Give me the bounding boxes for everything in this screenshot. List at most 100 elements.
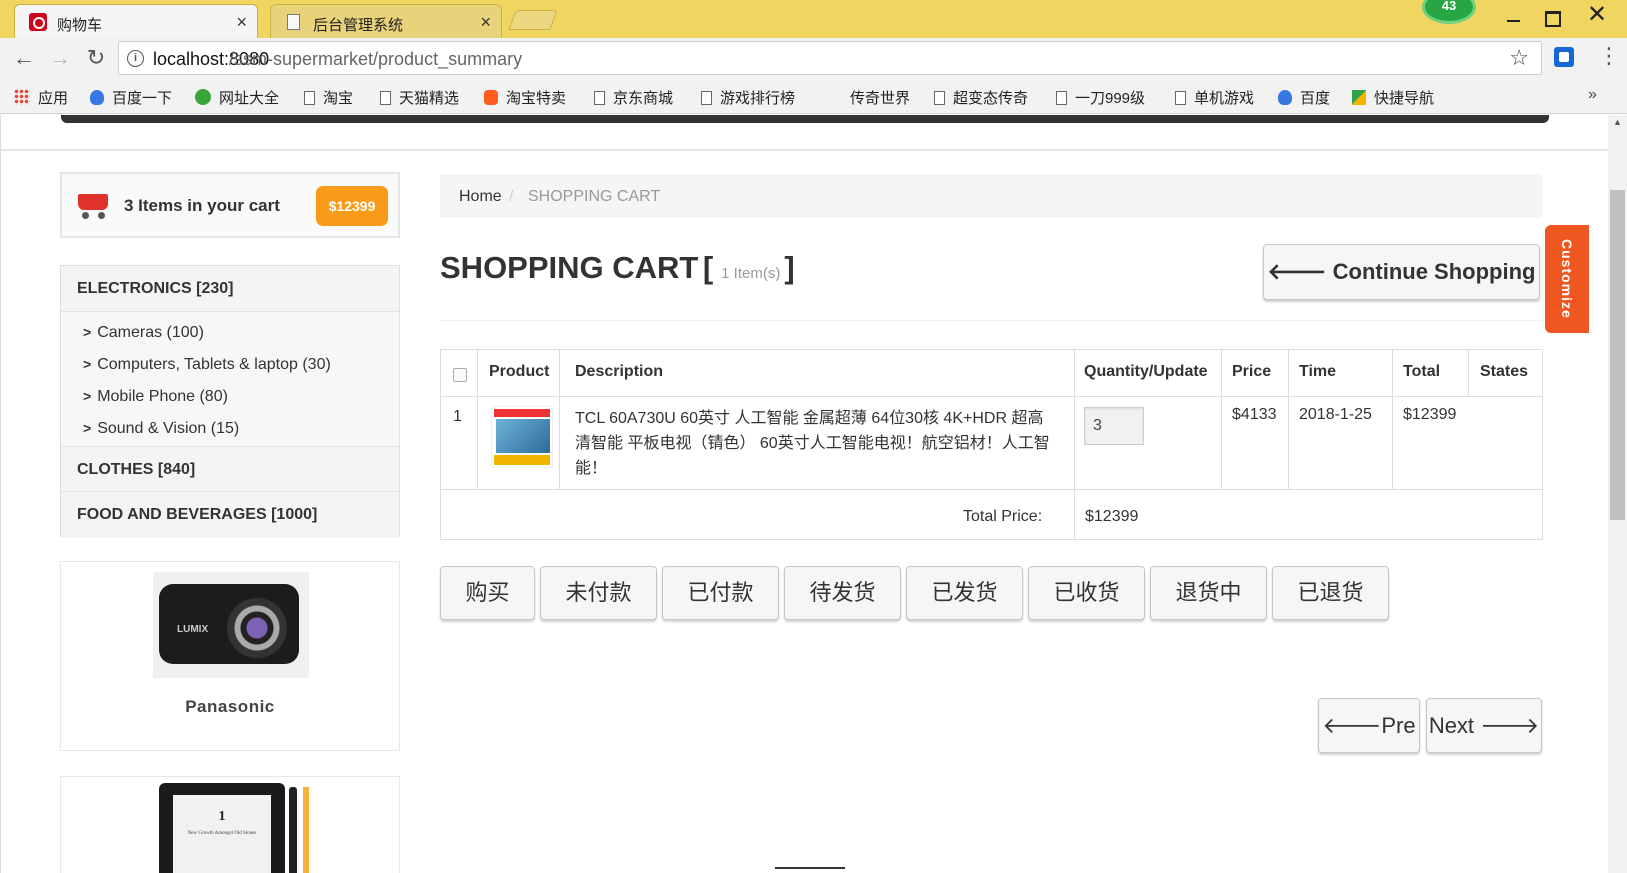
subcategory-item[interactable]: > Sound & Vision (15) xyxy=(83,420,239,438)
bookmark-label: 快捷导航 xyxy=(1374,90,1435,107)
taobao-icon xyxy=(484,90,498,105)
menu-dots-icon[interactable]: ⋮ xyxy=(1598,44,1620,68)
arrow-right-icon: 🡒 xyxy=(1480,713,1540,738)
profile-badge[interactable]: 43 xyxy=(1422,0,1476,24)
bookmark-item[interactable]: 快捷导航 xyxy=(1352,87,1434,108)
bookmark-label: 应用 xyxy=(38,90,69,107)
bookmark-item[interactable]: 应用 xyxy=(14,87,68,108)
next-page-button[interactable]: Next 🡒 xyxy=(1426,698,1542,753)
cart-table: Product Description Quantity/Update Pric… xyxy=(440,349,1543,540)
tab-close-icon[interactable]: × xyxy=(236,12,247,33)
scrollbar-thumb[interactable] xyxy=(1610,190,1625,520)
bookmark-item[interactable]: 一刀999级 xyxy=(1056,87,1145,108)
bookmark-item[interactable]: 超变态传奇 xyxy=(934,87,1028,108)
browser-toolbar: ← → ↻ i localhost:8080 /ssm-supermarket/… xyxy=(0,38,1627,78)
cart-items-text: 3 Items in your cart xyxy=(124,196,280,215)
category-food[interactable]: FOOD AND BEVERAGES [1000] xyxy=(61,492,399,538)
maximize-icon[interactable] xyxy=(1538,4,1564,30)
arrow-left-icon: 🡐 xyxy=(1322,713,1382,738)
product-card[interactable]: 1 New Growth Amongst Old Stones xyxy=(60,776,400,873)
pre-label: Pre xyxy=(1381,713,1416,738)
category-clothes[interactable]: CLOTHES [840] xyxy=(61,446,399,492)
bookmark-item[interactable]: 传奇世界 xyxy=(850,87,910,108)
page-icon xyxy=(934,91,945,105)
table-rule xyxy=(1392,350,1393,489)
forward-arrow-icon[interactable]: → xyxy=(48,46,72,70)
address-bar[interactable]: i localhost:8080 /ssm-supermarket/produc… xyxy=(118,41,1542,75)
pre-page-button[interactable]: 🡐Pre xyxy=(1318,698,1420,753)
product-image[interactable]: 1 New Growth Amongst Old Stones xyxy=(153,783,311,873)
status-button-returned[interactable]: 已退货 xyxy=(1272,566,1389,620)
bookmark-star-icon[interactable]: ☆ xyxy=(1509,45,1529,71)
tab-title: 购物车 xyxy=(57,17,103,34)
bookmark-item[interactable]: 网址大全 xyxy=(195,87,279,108)
product-thumbnail[interactable] xyxy=(491,406,553,468)
tab-close-icon[interactable]: × xyxy=(480,12,491,33)
category-menu: ELECTRONICS [230] > Cameras (100) > Comput… xyxy=(60,265,400,538)
table-rule xyxy=(1074,350,1075,539)
title-bracket-open: [ xyxy=(702,250,714,285)
col-header-quantity: Quantity/Update xyxy=(1084,363,1208,380)
customize-tab[interactable]: Customize xyxy=(1545,225,1589,333)
breadcrumb-separator: / xyxy=(509,188,514,205)
total-price-label: Total Price: xyxy=(963,508,1043,525)
product-name[interactable]: Panasonic xyxy=(61,697,399,717)
status-button-unpaid[interactable]: 未付款 xyxy=(540,566,657,620)
minimize-icon[interactable] xyxy=(1500,4,1526,30)
subcategory-item[interactable]: > Cameras (100) xyxy=(83,324,204,342)
status-button-received[interactable]: 已收货 xyxy=(1028,566,1145,620)
tab-shopping-cart[interactable]: 购物车 × xyxy=(14,4,258,38)
status-button-buy[interactable]: 购买 xyxy=(440,566,535,620)
page-icon xyxy=(701,91,712,105)
status-button-to-ship[interactable]: 待发货 xyxy=(784,566,901,620)
status-button-returning[interactable]: 退货中 xyxy=(1150,566,1267,620)
window-close-icon[interactable]: ✕ xyxy=(1582,2,1612,30)
table-rule xyxy=(441,396,1542,397)
col-header-product: Product xyxy=(489,363,550,380)
status-button-paid[interactable]: 已付款 xyxy=(662,566,779,620)
back-arrow-icon[interactable]: ← xyxy=(12,46,36,70)
page-icon xyxy=(594,91,605,105)
product-image[interactable]: LUMIX xyxy=(153,572,309,678)
scroll-up-icon[interactable]: ▲ xyxy=(1613,117,1622,127)
select-all-checkbox[interactable] xyxy=(453,368,467,382)
bookmark-item[interactable]: 百度一下 xyxy=(90,87,172,108)
bookmark-item[interactable]: 游戏排行榜 xyxy=(701,87,795,108)
cart-summary[interactable]: 3 Items in your cart $12399 xyxy=(60,172,400,238)
bookmark-item[interactable]: 淘宝特卖 xyxy=(484,87,566,108)
product-card[interactable]: LUMIX Panasonic xyxy=(60,561,400,751)
table-rule xyxy=(477,350,478,489)
item-count: 1 Item(s) xyxy=(721,265,781,282)
reload-icon[interactable]: ↻ xyxy=(84,46,108,70)
subcategory-label: Computers, Tablets & laptop (30) xyxy=(97,356,331,373)
bookmarks-more-icon[interactable]: » xyxy=(1588,86,1597,104)
bookmark-item[interactable]: 百度 xyxy=(1278,87,1330,108)
status-button-shipped[interactable]: 已发货 xyxy=(906,566,1023,620)
info-icon[interactable]: i xyxy=(127,50,144,67)
table-rule xyxy=(1468,350,1469,396)
table-rule xyxy=(559,350,560,489)
breadcrumb-home[interactable]: Home xyxy=(459,188,502,206)
new-tab-button[interactable] xyxy=(508,10,558,30)
category-electronics[interactable]: ELECTRONICS [230] xyxy=(61,266,399,312)
vertical-scrollbar[interactable]: ▲ xyxy=(1608,115,1627,873)
bookmark-item[interactable]: 天猫精选 xyxy=(380,87,459,108)
subcategory-item[interactable]: > Mobile Phone (80) xyxy=(83,388,228,406)
shopping-cart-icon xyxy=(76,190,110,220)
bookmark-item[interactable]: 单机游戏 xyxy=(1175,87,1254,108)
bookmark-item[interactable]: 京东商城 xyxy=(594,87,673,108)
continue-shopping-button[interactable]: 🡐 Continue Shopping xyxy=(1263,244,1540,300)
bookmark-label: 一刀999级 xyxy=(1075,90,1146,107)
extension-icon[interactable] xyxy=(1554,47,1574,67)
green-plus-icon xyxy=(195,89,211,105)
quantity-input[interactable] xyxy=(1084,407,1144,445)
divider xyxy=(1,149,1608,151)
col-header-time: Time xyxy=(1299,363,1337,380)
table-rule xyxy=(441,489,1542,490)
2345-icon xyxy=(1352,90,1366,105)
chevron-right-icon: > xyxy=(83,420,92,436)
tab-admin-system[interactable]: 后台管理系统 × xyxy=(270,4,502,38)
bookmark-item[interactable]: 淘宝 xyxy=(304,87,353,108)
subcategory-item[interactable]: > Computers, Tablets & laptop (30) xyxy=(83,356,331,374)
row-index: 1 xyxy=(453,408,462,425)
